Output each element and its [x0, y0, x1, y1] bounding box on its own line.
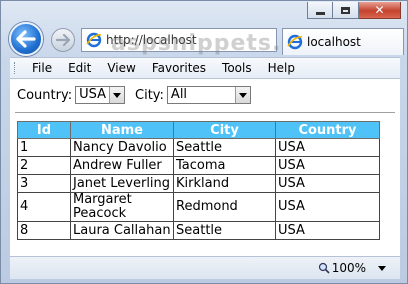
city-select[interactable]: All [166, 86, 251, 104]
menu-bar: File Edit View Favorites Tools Help [10, 57, 400, 78]
filter-bar: Country: USA City: All [17, 86, 251, 104]
cell-id: 8 [17, 221, 71, 240]
cell-name: Nancy Davolio [70, 138, 174, 157]
cell-country: USA [275, 138, 380, 157]
cell-city: Redmond [173, 192, 276, 222]
country-select[interactable]: USA [75, 86, 125, 104]
cell-name: Margaret Peacock [70, 192, 174, 222]
city-dropdown-button[interactable] [234, 87, 250, 103]
cell-id: 1 [17, 138, 71, 157]
maximize-icon [341, 6, 350, 14]
back-arrow-icon [16, 30, 36, 48]
menu-file[interactable]: File [24, 61, 60, 75]
forward-arrow-icon [56, 34, 70, 46]
ie-logo-icon [86, 32, 102, 48]
status-bar: 100% [10, 256, 400, 279]
menu-tools[interactable]: Tools [214, 61, 260, 75]
table-row: 8 Laura Callahan Seattle USA [17, 221, 380, 240]
zoom-level: 100% [331, 261, 366, 275]
cell-name: Janet Leverling [70, 174, 174, 193]
page-content: Country: USA City: All Id Name City Coun… [10, 78, 400, 256]
cell-name: Andrew Fuller [70, 156, 174, 175]
menu-edit[interactable]: Edit [60, 61, 99, 75]
back-button[interactable] [9, 22, 43, 56]
cell-country: USA [275, 192, 380, 222]
forward-button[interactable] [51, 28, 75, 52]
menu-help[interactable]: Help [260, 61, 303, 75]
divider [15, 112, 395, 113]
menu-favorites[interactable]: Favorites [144, 61, 214, 75]
minimize-icon [315, 11, 325, 15]
city-label: City: [135, 87, 164, 103]
address-url: http://localhost [106, 33, 197, 47]
customers-grid: Id Name City Country 1 Nancy Davolio Sea… [17, 121, 380, 240]
menu-grip [14, 62, 18, 74]
table-row: 4 Margaret Peacock Redmond USA [17, 192, 380, 222]
address-bar[interactable]: http://localhost [81, 28, 277, 52]
caption-buttons: ✕ [307, 2, 401, 19]
header-id: Id [17, 121, 71, 139]
magnifier-icon [318, 262, 330, 274]
table-row: 1 Nancy Davolio Seattle USA [17, 138, 380, 157]
cell-city: Seattle [173, 138, 276, 157]
country-label: Country: [17, 87, 73, 103]
header-country: Country [275, 121, 380, 139]
grid-header-row: Id Name City Country [17, 121, 380, 139]
chevron-down-icon [238, 92, 247, 98]
minimize-button[interactable] [307, 2, 333, 19]
country-select-value: USA [79, 87, 106, 102]
header-name: Name [70, 121, 174, 139]
cell-country: USA [275, 174, 380, 193]
cell-country: USA [275, 221, 380, 240]
cell-id: 3 [17, 174, 71, 193]
cell-id: 4 [17, 192, 71, 222]
cell-id: 2 [17, 156, 71, 175]
browser-window: ✕ http://localhost aspsnippets.com local… [0, 0, 408, 284]
close-icon: ✕ [374, 3, 385, 17]
chevron-down-icon [113, 92, 121, 98]
header-city: City [173, 121, 276, 139]
maximize-button[interactable] [333, 2, 359, 19]
city-select-value: All [170, 87, 188, 102]
table-row: 2 Andrew Fuller Tacoma USA [17, 156, 380, 175]
tab-localhost[interactable]: localhost [282, 28, 404, 55]
ie-logo-icon [287, 34, 303, 50]
close-button[interactable]: ✕ [359, 2, 401, 19]
cell-city: Tacoma [173, 156, 276, 175]
cell-city: Kirkland [173, 174, 276, 193]
zoom-control[interactable]: 100% [318, 261, 386, 275]
table-row: 3 Janet Leverling Kirkland USA [17, 174, 380, 193]
tab-title: localhost [307, 35, 361, 49]
country-dropdown-button[interactable] [109, 87, 124, 103]
cell-city: Seattle [173, 221, 276, 240]
menu-view[interactable]: View [99, 61, 143, 75]
cell-country: USA [275, 156, 380, 175]
cell-name: Laura Callahan [70, 221, 174, 240]
chevron-down-icon [378, 265, 386, 271]
